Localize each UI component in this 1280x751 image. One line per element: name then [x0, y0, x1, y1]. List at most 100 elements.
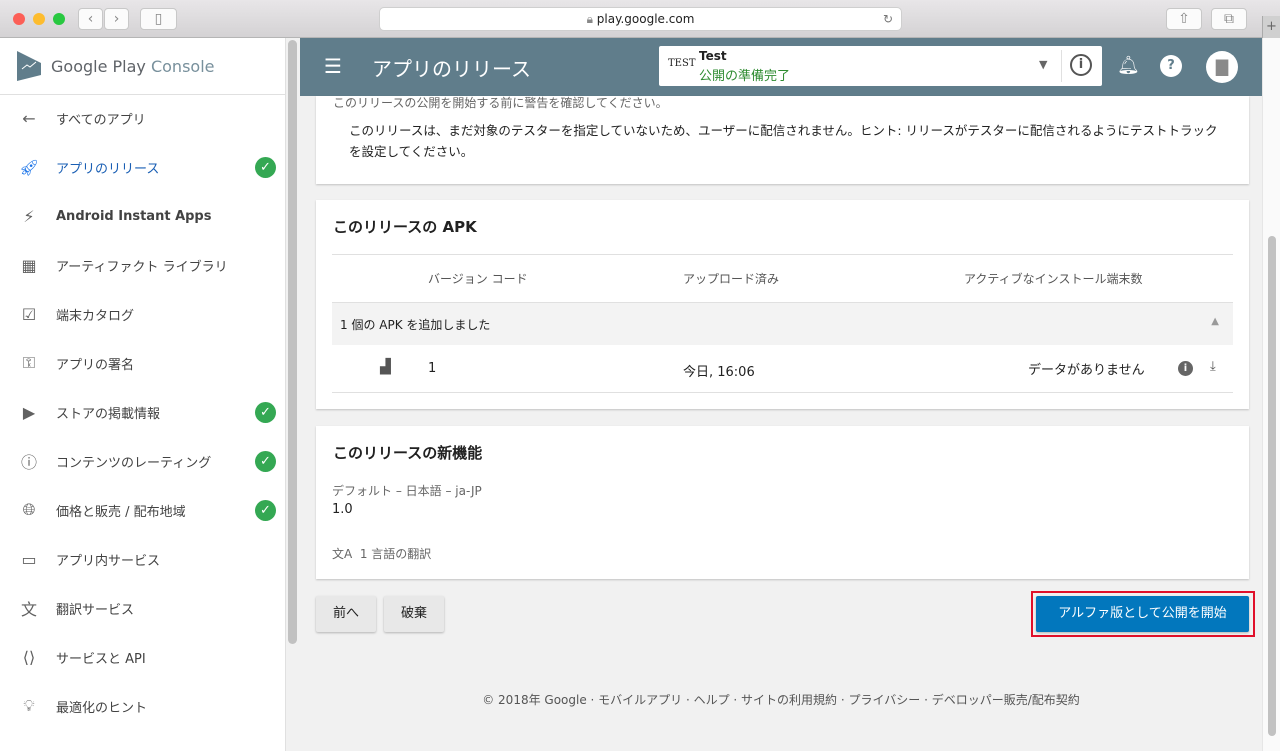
device-check-icon: ☑	[21, 304, 37, 324]
warning-intro: このリリースの公開を開始する前に警告を確認してください。	[333, 96, 668, 110]
logo[interactable]: Google Play Console	[0, 38, 285, 95]
column-header-installs: アクティブなインストール端末数	[964, 272, 1143, 286]
warning-card: このリリースの公開を開始する前に警告を確認してください。 このリリースは、まだ対…	[316, 96, 1249, 184]
main-scrollbar[interactable]	[1262, 38, 1280, 751]
arrow-left-icon: ←	[22, 108, 36, 128]
sidebar-item[interactable]: ▭ アプリ内サービス	[0, 539, 286, 579]
apk-group-row[interactable]: 1 個の APK を追加しました ▲	[332, 302, 1233, 345]
apk-card: このリリースの APK バージョン コード アップロード済み アクティブなインス…	[316, 200, 1249, 409]
column-header-uploaded: アップロード済み	[683, 272, 780, 286]
sidebar-item[interactable]: 🚀︎ アプリのリリース ✓	[0, 147, 286, 187]
sidebar-item-label: 端末カタログ	[56, 308, 135, 324]
top-app-bar: ☰ アプリのリリース TEST Test 公開の準備完了 ▼ i 🔔︎ ? ▇	[300, 38, 1262, 96]
menu-icon[interactable]: ☰	[324, 54, 342, 78]
translate-icon: 文	[20, 600, 37, 619]
column-header-version: バージョン コード	[428, 272, 528, 286]
page-title: アプリのリリース	[372, 57, 531, 81]
api-icon: ⟨⟩	[22, 647, 36, 667]
sidebar-item[interactable]: ▶ ストアの掲載情報 ✓	[0, 392, 286, 432]
app-selector[interactable]: TEST Test 公開の準備完了 ▼ i	[659, 46, 1102, 86]
uploaded-time: 今日, 16:06	[683, 365, 755, 380]
translations-label: 1 言語の翻訳	[359, 547, 432, 561]
sidebar-scrollbar[interactable]	[288, 40, 297, 644]
translations-info[interactable]: 文A 1 言語の翻訳	[332, 545, 431, 562]
discard-button[interactable]: 破棄	[384, 596, 444, 632]
sidebar-item-label: ストアの掲載情報	[56, 406, 161, 422]
sidebar-item-label: 翻訳サービス	[56, 602, 135, 618]
apk-title: このリリースの APK	[333, 218, 477, 236]
app-status: 公開の準備完了	[699, 69, 791, 84]
whats-new-card: このリリースの新機能 デフォルト – 日本語 – ja-JP 1.0 文A 1 …	[316, 426, 1249, 579]
sidebar: Google Play Console ← すべてのアプリ 🚀︎ アプリのリリース ✓ ⚡…	[0, 38, 286, 751]
info-icon[interactable]: i	[1178, 361, 1193, 376]
share-icon[interactable]: ⇧	[1166, 8, 1202, 30]
dropdown-arrow-icon[interactable]: ▼	[1039, 58, 1047, 71]
table-row: ▟ 1 今日, 16:06 データがありません i ⤓	[332, 345, 1233, 393]
android-icon: ▟	[380, 359, 391, 375]
sidebar-item[interactable]: ▦ アーティファクト ライブラリ	[0, 245, 286, 285]
sidebar-item-label: 最適化のヒント	[56, 700, 148, 716]
check-icon: ✓	[255, 156, 276, 178]
installs-value: データがありません	[1028, 363, 1145, 378]
browser-toolbar: ‹ › ▯ 🔒︎ play.google.com ↻ ⇧ ⧉ +	[0, 0, 1280, 38]
sidebar-item-label: アーティファクト ライブラリ	[56, 259, 228, 275]
rating-icon: ⓘ	[20, 453, 37, 472]
check-icon: ✓	[255, 401, 276, 423]
back-button[interactable]: 前へ	[316, 596, 376, 632]
sidebar-item[interactable]: 💡︎ 最適化のヒント	[0, 686, 286, 726]
warning-text: このリリースは、まだ対象のテスターを指定していないため、ユーザーに配信されません…	[349, 123, 1218, 159]
footer-links[interactable]: © 2018年 Google · モバイルアプリ · ヘルプ · サイトの利用規…	[300, 691, 1262, 708]
lock-icon: 🔒︎	[586, 12, 597, 26]
key-icon: ⚿	[22, 353, 36, 372]
logo-text: Google Play	[51, 56, 146, 76]
forward-icon[interactable]: ›	[104, 8, 129, 30]
apk-group-label: 1 個の APK を追加しました	[340, 318, 491, 332]
sidebar-item[interactable]: ⚡︎ Android Instant Apps	[0, 196, 286, 236]
help-icon[interactable]: ?	[1160, 55, 1182, 77]
sidebar-item-label: コンテンツのレーティング	[56, 455, 212, 471]
sidebar-item-label: Android Instant Apps	[56, 208, 212, 224]
play-console-logo-icon	[17, 51, 41, 81]
grid-icon: ▦	[21, 255, 37, 275]
info-icon[interactable]: i	[1070, 54, 1092, 76]
release-notes-text: 1.0	[332, 502, 353, 517]
back-icon[interactable]: ‹	[78, 8, 103, 30]
reload-icon[interactable]: ↻	[883, 8, 893, 30]
check-icon: ✓	[255, 499, 276, 521]
globe-icon: 🌐︎	[22, 500, 36, 519]
new-tab-button[interactable]: +	[1262, 16, 1280, 38]
sidebar-item-label: アプリ内サービス	[56, 553, 161, 569]
sidebar-item-label: すべてのアプリ	[56, 112, 146, 128]
sidebar-item[interactable]: 🌐︎ 価格と販売 / 配布地域 ✓	[0, 490, 286, 530]
sidebar-item[interactable]: ⚿ アプリの署名	[0, 343, 286, 383]
app-icon: TEST	[668, 58, 696, 69]
maximize-window-button[interactable]	[53, 13, 65, 25]
download-icon[interactable]: ⤓	[1210, 359, 1216, 374]
tabs-icon[interactable]: ⧉	[1211, 8, 1247, 30]
sidebar-item[interactable]: 文 翻訳サービス	[0, 588, 286, 628]
sidebar-item[interactable]: ⟨⟩ サービスと API	[0, 637, 286, 677]
minimize-window-button[interactable]	[33, 13, 45, 25]
language-label: デフォルト – 日本語 – ja-JP	[332, 484, 482, 498]
publish-alpha-button[interactable]: アルファ版として公開を開始	[1036, 596, 1249, 632]
notifications-bell-icon[interactable]: 🔔︎	[1117, 55, 1140, 76]
store-play-icon: ▶	[22, 402, 36, 422]
app-name: Test	[699, 49, 727, 63]
sidebar-item-label: サービスと API	[56, 651, 146, 667]
sidebar-toggle-icon[interactable]: ▯	[140, 8, 177, 30]
address-bar[interactable]: 🔒︎ play.google.com ↻	[379, 7, 902, 31]
collapse-icon[interactable]: ▲	[1211, 316, 1219, 327]
bolt-icon: ⚡︎	[23, 206, 35, 226]
card-icon: ▭	[21, 549, 37, 569]
sidebar-item-label: アプリのリリース	[56, 161, 160, 177]
sidebar-item-label: アプリの署名	[56, 357, 135, 373]
account-avatar[interactable]: ▇	[1206, 51, 1238, 83]
rocket-icon: 🚀︎	[18, 157, 40, 177]
logo-sub-text: Console	[150, 56, 215, 76]
version-code: 1	[428, 361, 437, 376]
sidebar-item[interactable]: ☑ 端末カタログ	[0, 294, 286, 334]
sidebar-item[interactable]: ← すべてのアプリ	[0, 98, 286, 138]
close-window-button[interactable]	[13, 13, 25, 25]
url-text: play.google.com	[596, 12, 695, 26]
sidebar-item[interactable]: ⓘ コンテンツのレーティング ✓	[0, 441, 286, 481]
